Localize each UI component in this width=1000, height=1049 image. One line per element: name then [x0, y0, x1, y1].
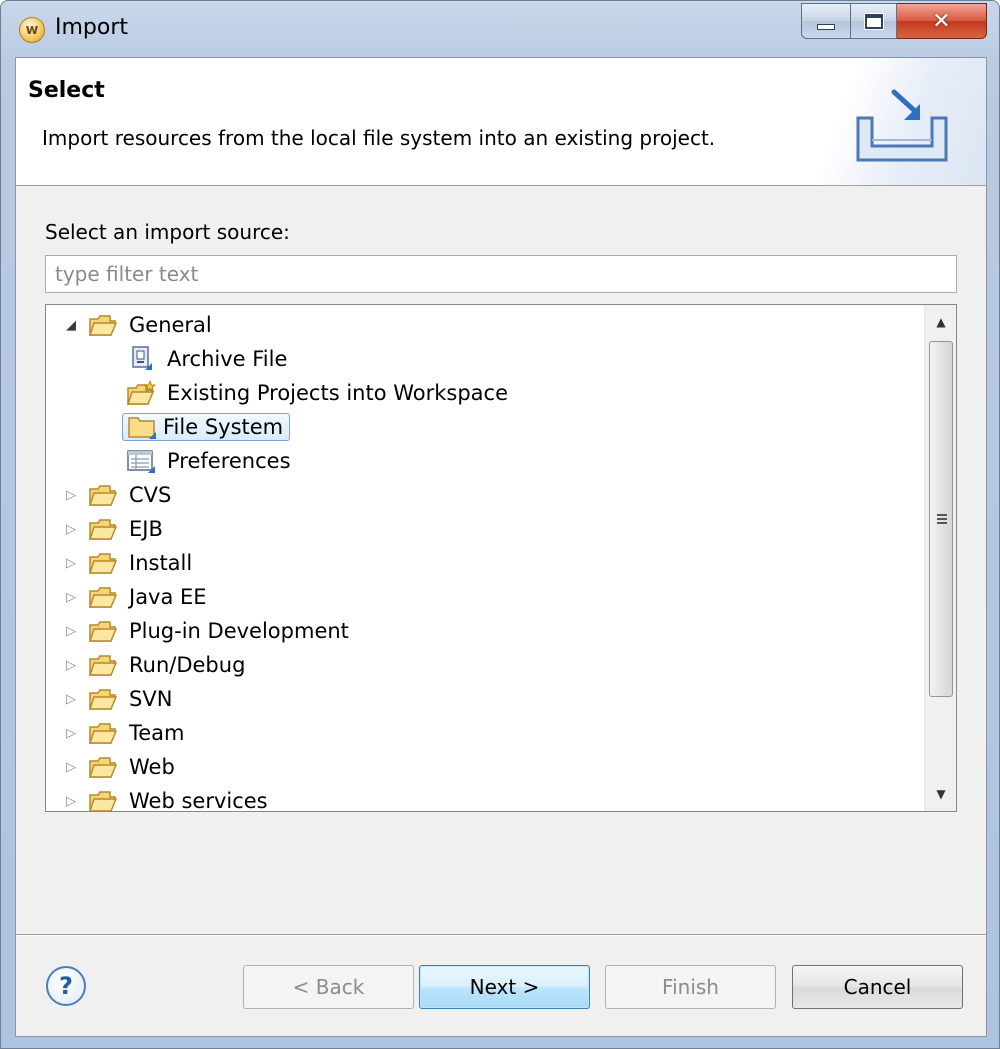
tree-item-label: CVS: [129, 483, 172, 507]
scroll-thumb[interactable]: [929, 341, 953, 697]
tree-item-run-debug[interactable]: ▷ Run/Debug: [64, 649, 250, 681]
collapse-arrow-icon[interactable]: ▷: [64, 522, 78, 537]
tree-item-ejb[interactable]: ▷ EJB: [64, 513, 168, 545]
close-button[interactable]: ✕: [897, 3, 987, 39]
folder-open-icon: [88, 516, 118, 542]
tree-item-label: Archive File: [167, 347, 288, 371]
tree-item-svn[interactable]: ▷ SVN: [64, 683, 177, 715]
import-source-tree[interactable]: ◢ General Archive File Existing Projects…: [45, 304, 957, 812]
tree-item-label: Team: [129, 721, 185, 745]
folder-open-icon: [88, 686, 118, 712]
title-bar[interactable]: w Import ✕: [1, 1, 999, 57]
folder-open-icon: [88, 754, 118, 780]
collapse-arrow-icon[interactable]: ▷: [64, 590, 78, 605]
tree-item-label: Existing Projects into Workspace: [167, 381, 509, 405]
next-button[interactable]: Next >: [419, 965, 590, 1009]
tree-item-label: Java EE: [129, 585, 207, 609]
window-controls: ✕: [801, 3, 987, 39]
tree-item-web[interactable]: ▷ Web: [64, 751, 180, 783]
collapse-arrow-icon[interactable]: ▷: [64, 624, 78, 639]
tree-item-label: Run/Debug: [129, 653, 246, 677]
tree-item-java-ee[interactable]: ▷ Java EE: [64, 581, 212, 613]
collapse-arrow-icon[interactable]: ▷: [64, 692, 78, 707]
tree-item-label: Plug-in Development: [129, 619, 349, 643]
folder-icon: [127, 414, 157, 440]
folder-open-icon: [88, 550, 118, 576]
tree-item-preferences[interactable]: Preferences: [126, 445, 296, 477]
existing-projects-icon: [126, 380, 156, 406]
tree-item-install[interactable]: ▷ Install: [64, 547, 197, 579]
import-source-label: Select an import source:: [45, 220, 290, 244]
collapse-arrow-icon[interactable]: ▷: [64, 488, 78, 503]
import-dialog: w Import ✕ Select Import resources from …: [0, 0, 1000, 1049]
minimize-icon: [817, 24, 835, 30]
folder-open-icon: [88, 312, 118, 338]
close-icon: ✕: [932, 8, 951, 34]
tree-item-web-services[interactable]: ▷ Web services: [64, 785, 273, 812]
folder-open-icon: [88, 618, 118, 644]
tree-item-existing-projects[interactable]: Existing Projects into Workspace: [126, 377, 513, 409]
tree-item-label: SVN: [129, 687, 173, 711]
tree-item-cvs[interactable]: ▷ CVS: [64, 479, 176, 511]
tree-item-plugin-development[interactable]: ▷ Plug-in Development: [64, 615, 354, 647]
maximize-icon: [864, 13, 883, 29]
tree-item-label: Install: [129, 551, 193, 575]
wizard-header: Select Import resources from the local f…: [16, 58, 986, 186]
tree-scrollbar[interactable]: ▲ ▼: [924, 305, 956, 811]
folder-open-icon: [88, 584, 118, 610]
scroll-up-arrow-icon[interactable]: ▲: [925, 307, 956, 337]
tree-item-archive-file[interactable]: Archive File: [126, 343, 292, 375]
scroll-down-arrow-icon[interactable]: ▼: [925, 779, 956, 809]
page-description: Import resources from the local file sys…: [42, 126, 716, 150]
folder-open-icon: [88, 652, 118, 678]
page-title: Select: [28, 78, 105, 103]
tree-item-label: EJB: [129, 517, 163, 541]
import-wizard-icon: [856, 89, 948, 162]
collapse-arrow-icon[interactable]: ▷: [64, 556, 78, 571]
expand-arrow-icon[interactable]: ◢: [64, 318, 78, 333]
folder-open-icon: [88, 482, 118, 508]
tree-item-label: General: [129, 313, 212, 337]
selection-highlight: File System: [122, 413, 291, 441]
collapse-arrow-icon[interactable]: ▷: [64, 760, 78, 775]
tree-item-label: Web: [129, 755, 175, 779]
cancel-button[interactable]: Cancel: [792, 965, 963, 1009]
grip-icon: [937, 514, 947, 524]
tree-item-general[interactable]: ◢ General: [64, 309, 217, 341]
tree-item-file-system[interactable]: File System: [122, 411, 291, 443]
help-button[interactable]: ?: [46, 966, 86, 1006]
tree-item-label: File System: [163, 415, 284, 439]
maximize-button[interactable]: [851, 3, 897, 39]
filter-input[interactable]: [45, 255, 957, 293]
finish-button[interactable]: Finish: [605, 965, 776, 1009]
eclipse-app-icon: w: [19, 17, 45, 43]
import-wizard-banner: [786, 58, 986, 185]
tree-item-label: Web services: [129, 789, 268, 812]
collapse-arrow-icon[interactable]: ▷: [64, 726, 78, 741]
button-bar-separator: [16, 934, 986, 936]
archive-file-icon: [126, 346, 156, 372]
dialog-body: Select Import resources from the local f…: [15, 57, 987, 1037]
collapse-arrow-icon[interactable]: ▷: [64, 658, 78, 673]
collapse-arrow-icon[interactable]: ▷: [64, 794, 78, 809]
window-title: Import: [55, 15, 129, 40]
minimize-button[interactable]: [801, 3, 851, 39]
tree-item-label: Preferences: [167, 449, 291, 473]
back-button[interactable]: < Back: [243, 965, 414, 1009]
preferences-icon: [126, 448, 156, 474]
folder-open-icon: [88, 720, 118, 746]
folder-open-icon: [88, 788, 118, 811]
tree-item-team[interactable]: ▷ Team: [64, 717, 190, 749]
